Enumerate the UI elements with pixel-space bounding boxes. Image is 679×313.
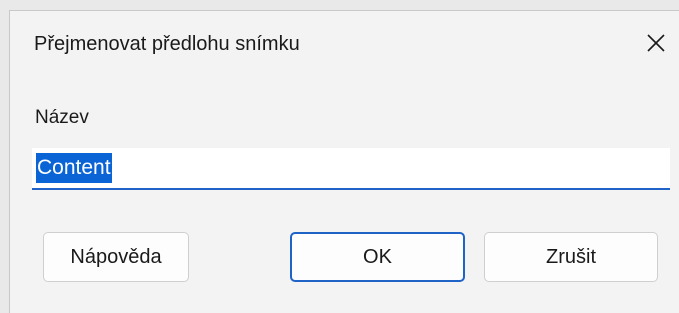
dialog-title: Přejmenovat předlohu snímku [34, 33, 300, 55]
ok-button[interactable]: OK [290, 232, 465, 282]
name-input-value: Content [36, 153, 112, 183]
close-button[interactable] [633, 23, 679, 63]
rename-slide-master-dialog: Přejmenovat předlohu snímku Název Conten… [9, 10, 679, 313]
name-label: Název [35, 107, 89, 128]
title-bar: Přejmenovat předlohu snímku [10, 11, 679, 75]
help-button[interactable]: Nápověda [43, 232, 189, 282]
page: Přejmenovat předlohu snímku Název Conten… [0, 0, 679, 313]
cancel-button[interactable]: Zrušit [484, 232, 658, 282]
close-icon [647, 34, 665, 52]
name-input[interactable]: Content [32, 148, 670, 190]
